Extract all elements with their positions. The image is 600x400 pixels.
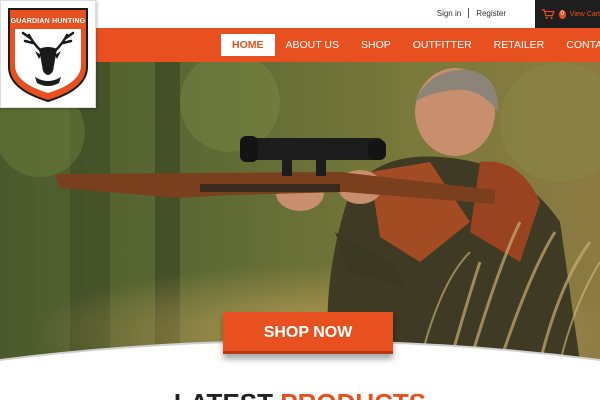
sign-in-link[interactable]: Sign in: [437, 9, 461, 18]
shop-now-button[interactable]: SHOP NOW: [223, 312, 393, 354]
nav-item-outfitter[interactable]: OUTFITTER: [402, 34, 483, 56]
nav-item-retailer[interactable]: RETAILER: [483, 34, 556, 56]
account-links: Sign in Register: [437, 8, 506, 18]
heading-part-2: PRODUCTS: [280, 388, 426, 400]
nav-item-home[interactable]: HOME: [221, 34, 275, 56]
heading-part-1: LATEST: [174, 388, 273, 400]
view-cart-button[interactable]: 0 View Cart: [535, 0, 600, 28]
register-link[interactable]: Register: [476, 9, 506, 18]
cart-icon: [541, 9, 555, 20]
cart-label: View Cart: [569, 10, 600, 18]
divider: [468, 8, 470, 18]
brand-name: GUARDIAN HUNTING: [10, 18, 86, 25]
page: Sign in Register 0 View Cart HOME ABOUT …: [0, 0, 600, 400]
cart-count-badge: 0: [558, 9, 566, 19]
nav-item-contact-us[interactable]: CONTACT US: [555, 34, 600, 56]
site-logo[interactable]: GUARDIAN HUNTING: [0, 0, 96, 108]
latest-products-heading: LATEST PRODUCTS: [0, 388, 600, 400]
nav-item-about-us[interactable]: ABOUT US: [275, 34, 350, 56]
nav-item-shop[interactable]: SHOP: [350, 34, 402, 56]
